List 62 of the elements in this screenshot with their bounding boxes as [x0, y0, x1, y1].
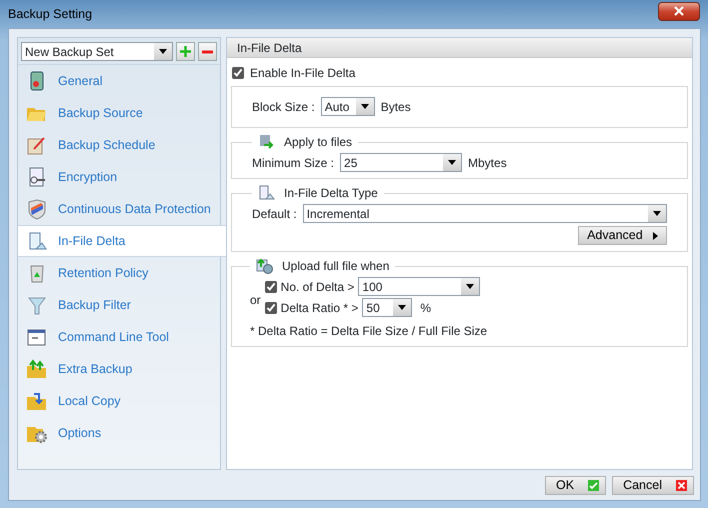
window-title: Backup Setting: [8, 6, 92, 23]
caret-icon: [398, 305, 406, 310]
block-size-dropdown[interactable]: Auto: [320, 97, 375, 116]
sidebar-item[interactable]: Command Line Tool: [18, 321, 220, 353]
funnel-icon: [26, 294, 48, 316]
group-title: Upload full file when: [282, 258, 390, 275]
unit-label: %: [420, 300, 432, 316]
terminal-icon: [26, 326, 48, 348]
sidebar-item[interactable]: Retention Policy: [18, 257, 220, 289]
advanced-button[interactable]: Advanced: [578, 226, 667, 245]
or-label: or: [250, 292, 261, 309]
sidebar-item[interactable]: Backup Filter: [18, 289, 220, 321]
unit-label: Mbytes: [468, 154, 507, 172]
files-icon: [258, 134, 276, 150]
field-label: Default :: [252, 206, 297, 222]
upload-clock-icon: [256, 258, 274, 274]
checkbox-label: Delta Ratio * >: [280, 300, 358, 316]
delta-type-dropdown[interactable]: Incremental: [302, 204, 667, 223]
minus-icon: [202, 50, 213, 54]
unit-label: Bytes: [380, 98, 411, 116]
check-icon: [588, 480, 600, 490]
folder-icon: [26, 390, 48, 412]
sidebar-item[interactable]: Extra Backup: [18, 353, 220, 385]
caret-icon: [652, 232, 658, 240]
close-button[interactable]: [658, 2, 700, 20]
backup-set-dropdown[interactable]: New Backup Set: [21, 42, 173, 61]
value-dropdown[interactable]: 100: [358, 277, 480, 296]
caret-icon: [360, 104, 369, 109]
sidebar-item[interactable]: Backup Schedule: [18, 129, 220, 161]
sidebar-item[interactable]: Encryption: [18, 161, 220, 193]
sidebar-item[interactable]: Continuous Data Protection: [18, 193, 220, 225]
dialog-button[interactable]: OK: [545, 476, 606, 494]
panel-title: In-File Delta: [237, 40, 302, 56]
field-label: Minimum Size :: [252, 154, 334, 172]
minimum-size-dropdown[interactable]: 25: [340, 153, 462, 172]
sidebar-item[interactable]: Backup Source: [18, 97, 220, 129]
remove-button[interactable]: [198, 42, 217, 61]
sidebar-item[interactable]: General: [18, 65, 220, 97]
close-icon: [673, 6, 685, 16]
sidebar-item[interactable]: Options: [18, 417, 220, 449]
checkbox[interactable]: [264, 302, 277, 314]
checkbox[interactable]: [232, 67, 244, 79]
group-title: In-File Delta Type: [284, 185, 378, 202]
note-text: * Delta Ratio = Delta File Size / Full File Size: [250, 323, 488, 340]
shield-icon: [26, 198, 48, 220]
checkbox-label: No. of Delta >: [280, 278, 354, 296]
caret-icon: [448, 160, 456, 165]
caret-icon: [159, 49, 167, 54]
group-title: Apply to files: [284, 134, 352, 151]
caret-icon: [466, 284, 474, 289]
value-dropdown[interactable]: 50: [362, 298, 412, 317]
dialog-button[interactable]: Cancel: [612, 476, 694, 494]
sidebar-item[interactable]: Local Copy: [18, 385, 220, 417]
close-icon: [676, 480, 687, 490]
folder-icon: [26, 358, 48, 380]
plus-icon: [180, 46, 191, 57]
checkbox[interactable]: [264, 280, 277, 292]
sidebar-item[interactable]: In-File Delta: [18, 225, 226, 257]
caret-icon: [652, 211, 661, 216]
field-label: Block Size :: [252, 98, 315, 116]
checkbox-label: Enable In-File Delta: [250, 65, 356, 82]
document-icon: [258, 185, 276, 201]
